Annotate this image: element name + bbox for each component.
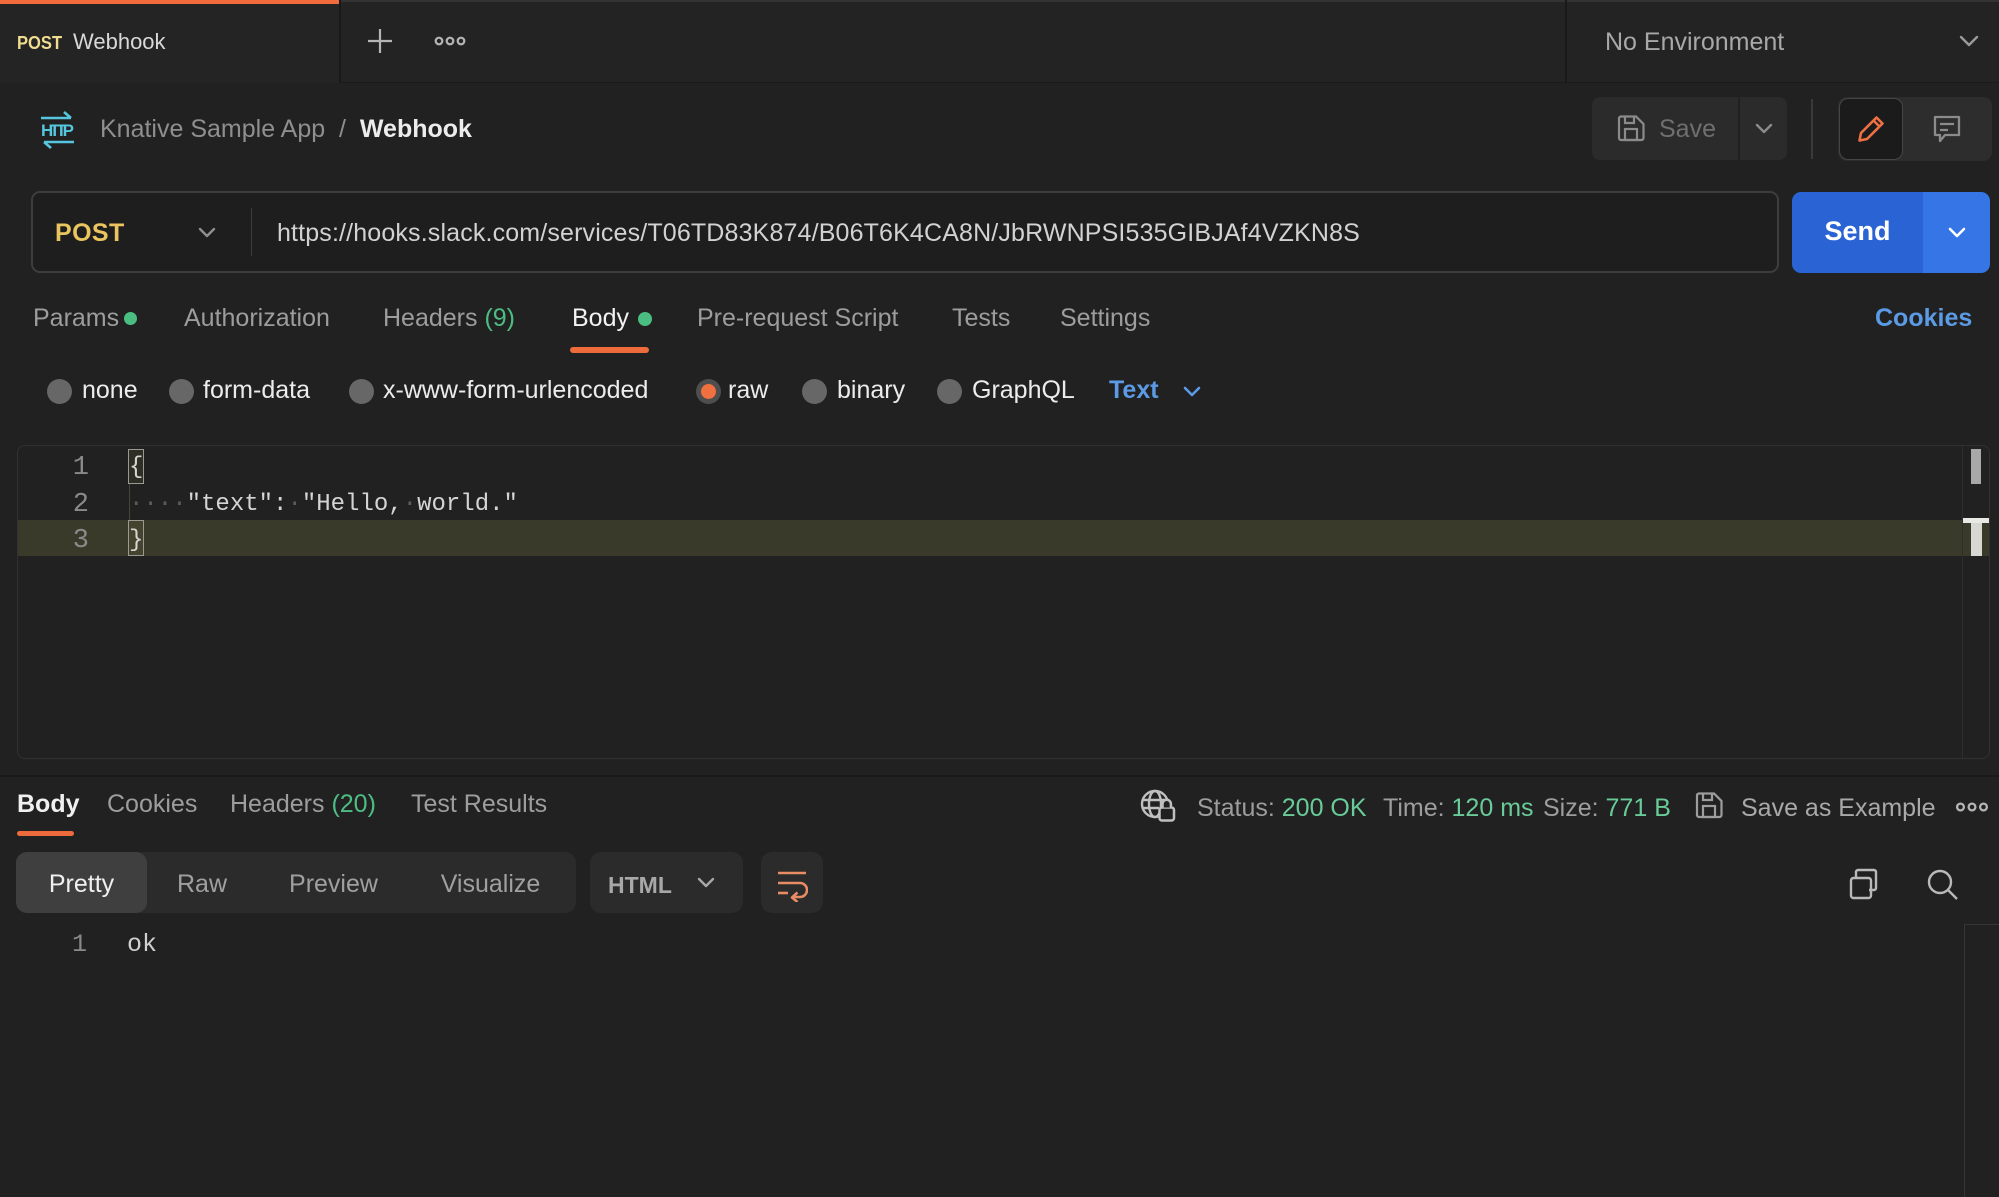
svg-text:HTTP: HTTP [41,121,74,140]
